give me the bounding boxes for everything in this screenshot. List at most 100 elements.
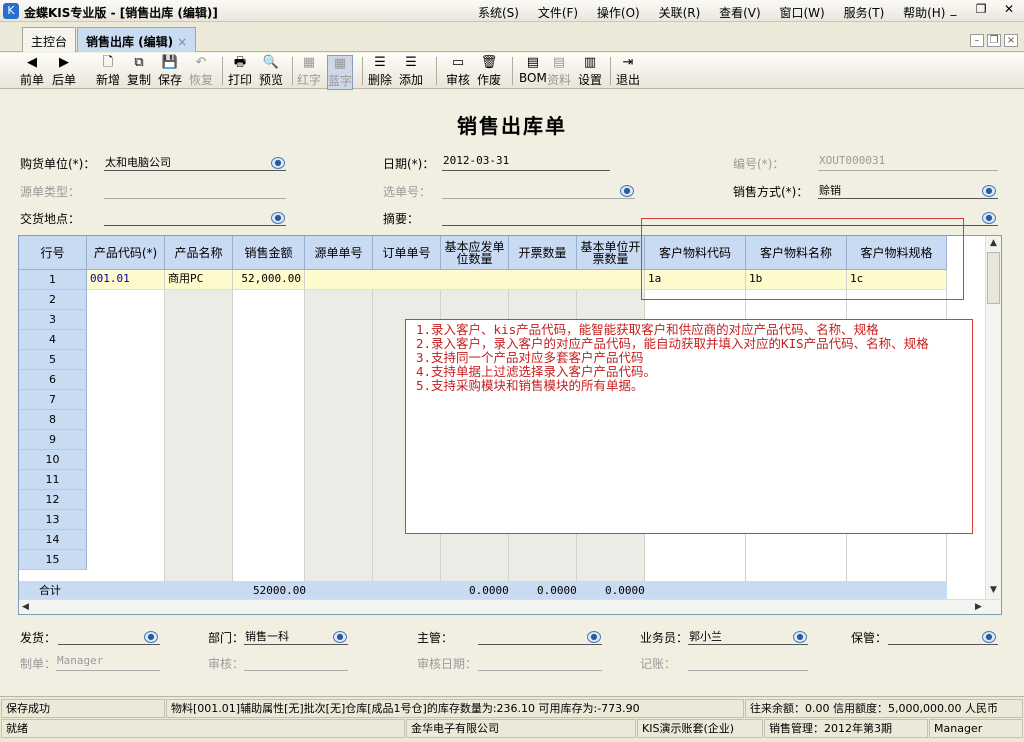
audit-date-field [478, 654, 602, 671]
red-entry-button[interactable]: ▦ 红字 [297, 55, 321, 88]
close-button[interactable]: ✕ [1000, 2, 1018, 16]
row-number[interactable]: 1 [19, 270, 87, 290]
prev-doc-label: 前单 [20, 73, 45, 87]
summary-lookup-icon[interactable]: ● [982, 212, 996, 224]
select-no-field[interactable] [442, 182, 635, 199]
customer-label: 购货单位(*)： [20, 157, 96, 171]
next-doc-button[interactable]: ▶ 后单 [52, 55, 76, 88]
cell-sales-amount[interactable]: 52,000.00 [233, 270, 305, 290]
number-field[interactable]: XOUT000031 [818, 154, 998, 171]
manager-field[interactable] [478, 628, 602, 645]
sale-method-lookup-icon[interactable]: ● [982, 185, 996, 197]
source-type-field[interactable] [104, 182, 286, 199]
print-button[interactable]: 🖶 打印 [228, 55, 252, 88]
delivery-lookup-icon[interactable]: ● [271, 212, 285, 224]
audit-button[interactable]: ▭ 审核 [446, 55, 470, 88]
row-number[interactable]: 14 [19, 530, 87, 550]
row-number[interactable]: 15 [19, 550, 87, 570]
tab-sales-outbound[interactable]: 销售出库 (编辑) × [77, 27, 197, 52]
menu-system[interactable]: 系统(S) [478, 4, 519, 21]
row-number[interactable]: 8 [19, 410, 87, 430]
scroll-left-icon[interactable]: ◀ [22, 602, 29, 612]
material-info-button[interactable]: ▤ 资料 [547, 55, 571, 88]
mdi-restore-button[interactable]: ❐ [987, 34, 1001, 47]
scroll-thumb[interactable] [987, 252, 1000, 304]
save-button[interactable]: 💾 保存 [158, 55, 182, 88]
col-header-product-code[interactable]: 产品代码(*) [87, 236, 165, 270]
cell-product-name[interactable]: 商用PC [165, 270, 233, 290]
void-button[interactable]: 🗑 作废 [477, 55, 501, 88]
tab-main-console[interactable]: 主控台 [22, 27, 77, 52]
salesman-field[interactable]: 郭小兰 [688, 628, 808, 645]
dept-lookup-icon[interactable]: ● [333, 631, 347, 643]
mdi-close-button[interactable]: × [1004, 34, 1018, 47]
row-number[interactable]: 3 [19, 310, 87, 330]
manager-lookup-icon[interactable]: ● [587, 631, 601, 643]
keeper-lookup-icon[interactable]: ● [982, 631, 996, 643]
row-number[interactable]: 4 [19, 330, 87, 350]
date-field[interactable]: 2012-03-31 [442, 154, 610, 171]
col-header-product-name[interactable]: 产品名称 [165, 236, 233, 270]
customer-lookup-icon[interactable]: ● [271, 157, 285, 169]
ship-lookup-icon[interactable]: ● [144, 631, 158, 643]
scroll-right-icon[interactable]: ▶ [975, 602, 982, 612]
grid-horizontal-scrollbar[interactable]: ◀ ▶ [19, 599, 1001, 614]
col-header-invoice-qty[interactable]: 开票数量 [509, 236, 577, 270]
scroll-up-icon[interactable]: ▲ [990, 238, 997, 248]
sale-method-field[interactable]: 赊销 [818, 182, 998, 199]
row-1-fill [305, 270, 645, 290]
audit-date-label: 审核日期： [417, 657, 478, 671]
col-header-base-invoice-qty[interactable]: 基本单位开票数量 [577, 236, 645, 270]
customer-field[interactable]: 太和电脑公司 [104, 154, 286, 171]
col-header-base-qty[interactable]: 基本应发单位数量 [441, 236, 509, 270]
toolbar-separator [512, 57, 513, 85]
restore-label: 恢复 [189, 73, 214, 87]
new-button[interactable]: 🗋 新增 [96, 55, 120, 88]
row-number[interactable]: 12 [19, 490, 87, 510]
settings-button[interactable]: ▥ 设置 [578, 55, 602, 88]
new-label: 新增 [96, 73, 121, 87]
row-number[interactable]: 7 [19, 390, 87, 410]
bom-button[interactable]: ▤ BOM [519, 55, 547, 85]
row-number[interactable]: 13 [19, 510, 87, 530]
cell-product-code[interactable]: 001.01 [87, 270, 165, 290]
row-number[interactable]: 2 [19, 290, 87, 310]
col-header-row-no[interactable]: 行号 [19, 236, 87, 270]
col-header-source-no[interactable]: 源单单号 [305, 236, 373, 270]
salesman-lookup-icon[interactable]: ● [793, 631, 807, 643]
delivery-location-field[interactable] [104, 209, 286, 226]
blue-entry-button[interactable]: ▦ 蓝字 [327, 55, 354, 90]
menu-view[interactable]: 查看(V) [719, 4, 761, 21]
row-number[interactable]: 6 [19, 370, 87, 390]
col-header-order-no[interactable]: 订单单号 [373, 236, 441, 270]
menu-operation[interactable]: 操作(O) [597, 4, 640, 21]
tab-close-icon[interactable]: × [177, 35, 187, 49]
save-label: 保存 [158, 73, 183, 87]
prev-doc-button[interactable]: ◀ 前单 [20, 55, 44, 88]
exit-button[interactable]: ⇥ 退出 [616, 55, 640, 88]
menu-window[interactable]: 窗口(W) [780, 4, 825, 21]
mdi-minimize-button[interactable]: – [970, 34, 984, 47]
scroll-down-icon[interactable]: ▼ [990, 585, 997, 595]
row-number[interactable]: 9 [19, 430, 87, 450]
select-no-lookup-icon[interactable]: ● [620, 185, 634, 197]
mdi-controls: – ❐ × [967, 32, 1018, 47]
delete-row-icon: ☰ [374, 55, 386, 70]
grid-vertical-scrollbar[interactable]: ▲ ▼ [985, 236, 1001, 599]
row-number[interactable]: 5 [19, 350, 87, 370]
menu-service[interactable]: 服务(T) [844, 4, 885, 21]
annotation-note: 1.录入客户、kis产品代码，能智能获取客户和供应商的对应产品代码、名称、规格 … [405, 319, 973, 534]
menu-file[interactable]: 文件(F) [538, 4, 578, 21]
preview-button[interactable]: 🔍 预览 [259, 55, 283, 88]
minimize-button[interactable]: _ [944, 2, 962, 16]
add-row-button[interactable]: ☰ 添加 [399, 55, 423, 88]
row-number[interactable]: 11 [19, 470, 87, 490]
delete-row-button[interactable]: ☰ 删除 [368, 55, 392, 88]
toolbar-separator [436, 57, 437, 85]
menu-relation[interactable]: 关联(R) [659, 4, 701, 21]
row-number[interactable]: 10 [19, 450, 87, 470]
restore-doc-button[interactable]: ↶ 恢复 [189, 55, 213, 88]
restore-button[interactable]: ❐ [972, 2, 990, 16]
copy-button[interactable]: ⧉ 复制 [127, 55, 151, 88]
col-header-sales-amount[interactable]: 销售金额 [233, 236, 305, 270]
